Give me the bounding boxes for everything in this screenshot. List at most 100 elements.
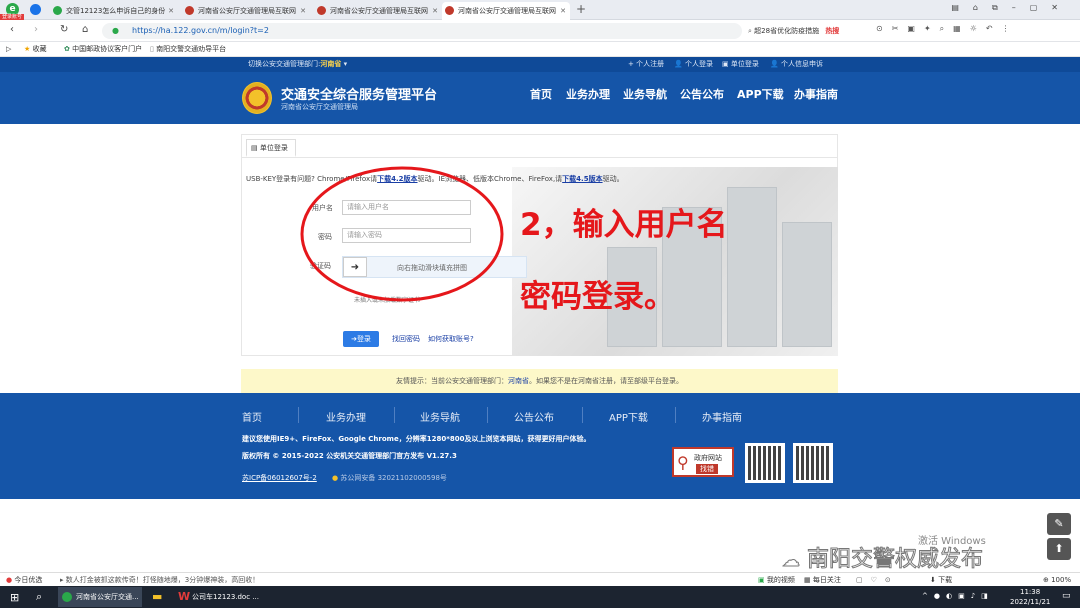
gov-site-badge[interactable]: ⚲ 政府网站 找错 <box>672 447 734 477</box>
tab-4[interactable]: 河南省公安厅交通管理局互联网 ✕ <box>442 2 570 20</box>
new-tab-icon[interactable]: + <box>576 2 586 16</box>
browser-tip: 建议您使用IE9+、FireFox、Google Chrome，分辨率1280*… <box>242 435 591 443</box>
wps-icon: W <box>178 590 191 603</box>
site-footer: 首页 业务办理 业务导航 公告公布 APP下载 办事指南 建议您使用IE9+、F… <box>0 393 1080 499</box>
switch-region[interactable]: 切换公安交通管理部门:河南省 ▾ <box>248 57 347 72</box>
footer-separator <box>487 407 488 423</box>
news-ticker[interactable]: ▸ 数人打金被抓这款传奇！打怪随地爆，3分钟爆神装，高回收！ <box>60 573 259 587</box>
magnifier-icon: ⚲ <box>677 453 689 472</box>
nav-home[interactable]: 首页 <box>530 86 552 102</box>
download-button[interactable]: ⬇ 下载 <box>930 573 952 587</box>
home-icon[interactable]: ⌂ <box>82 24 88 35</box>
nav-help[interactable]: 办事指南 <box>794 86 838 102</box>
close-icon[interactable]: ✕ <box>168 2 174 20</box>
url-text: https://ha.122.gov.cn/m/login?t=2 <box>132 26 269 35</box>
bookmark-traffic[interactable]: ▯ 南阳交警交通劝导平台 <box>150 42 226 57</box>
forgot-password-link[interactable]: 找回密码 <box>392 334 420 344</box>
driver-45-link[interactable]: 下载4.5版本 <box>562 175 602 183</box>
lock-icon: ● <box>112 26 119 35</box>
bookmark-favorites[interactable]: ★ 收藏 <box>24 42 47 57</box>
police-record[interactable]: ● 苏公网安备 32021102000598号 <box>332 473 447 483</box>
edit-icon[interactable]: ✎ <box>1047 513 1071 535</box>
zoom-level[interactable]: ⊕ 100% <box>1043 573 1071 587</box>
tab-1[interactable]: 交管12123怎么申诉自己的身份 ✕ <box>50 2 178 20</box>
footer-nav-notice[interactable]: 公告公布 <box>514 409 554 424</box>
scroll-top-icon[interactable]: ⬆ <box>1047 538 1071 560</box>
forward-icon[interactable]: › <box>34 24 38 35</box>
tab-2[interactable]: 河南省公安厅交通管理局互联网 ✕ <box>182 2 310 20</box>
get-account-link[interactable]: 如何获取账号? <box>428 334 474 344</box>
icp-link[interactable]: 苏ICP备06012607号-2 <box>242 473 317 483</box>
page-icon: ▯ <box>150 45 154 53</box>
province-link[interactable]: 河南省 <box>320 60 341 68</box>
url-input[interactable]: ● https://ha.122.gov.cn/m/login?t=2 <box>102 23 742 39</box>
copyright: 版权所有 © 2015-2022 公安机关交通管理部门官方发布 V1.27.3 <box>242 452 457 460</box>
bookmark-label: 收藏 <box>32 45 47 53</box>
annotation-ellipse <box>300 166 504 302</box>
footer-separator <box>675 407 676 423</box>
tray-icons[interactable]: ^●◐▣♪◨ <box>922 592 994 600</box>
close-icon[interactable]: ✕ <box>432 2 438 20</box>
top-link-appeal[interactable]: 👤 个人信息申诉 <box>770 57 823 72</box>
toolbar-icons[interactable]: ⊙✂▣✦⌕▦☼↶⋮ <box>876 24 1019 34</box>
footer-nav-home[interactable]: 首页 <box>242 409 262 424</box>
close-icon[interactable]: ✕ <box>560 2 566 20</box>
annotation-step-2-cont: 密码登录。 <box>520 279 675 315</box>
top-link-unit[interactable]: ▣ 单位登录 <box>722 57 759 72</box>
footer-nav-app[interactable]: APP下载 <box>609 409 648 424</box>
today-picks[interactable]: ● 今日优选 <box>6 573 42 587</box>
building-background <box>512 167 838 356</box>
footer-nav-business[interactable]: 业务办理 <box>326 409 366 424</box>
footer-nav-help[interactable]: 办事指南 <box>702 409 742 424</box>
site-header: 切换公安交通管理部门:河南省 ▾ + 个人注册 👤 个人登录 ▣ 单位登录 👤 … <box>0 57 1080 124</box>
windows-taskbar: ⊞ ⌕ 河南省公安厅交通... ▬ W 公司车12123.doc ... ^●◐… <box>0 586 1080 608</box>
address-bar: ‹ › ↻ ⌂ ● https://ha.122.gov.cn/m/login?… <box>0 20 1080 42</box>
police-emblem-icon <box>242 82 272 114</box>
focus-label: 每日关注 <box>812 576 841 584</box>
top-link-login[interactable]: 👤 个人登录 <box>674 57 713 72</box>
notification-icon[interactable]: ▭ <box>1062 591 1071 601</box>
status-icons[interactable]: ▢♡⊙ <box>856 573 899 587</box>
taskbar-app-browser[interactable]: 河南省公安厅交通... <box>58 587 142 607</box>
star-icon: ★ <box>24 45 31 53</box>
video-label: 我的视频 <box>766 576 795 584</box>
footer-nav-guide[interactable]: 业务导航 <box>420 409 460 424</box>
windows-start-icon[interactable]: ⊞ <box>10 591 19 604</box>
wechat-icon: ☁ <box>782 550 801 572</box>
bookmarks-bar: ▷ ★ 收藏 ✿ 中国邮政协议客户门户 ▯ 南阳交警交通劝导平台 <box>0 42 1080 57</box>
taskbar-search-icon[interactable]: ⌕ <box>36 590 42 604</box>
login-button[interactable]: ➔登录 <box>343 331 379 347</box>
folder-icon[interactable]: ▬ <box>152 590 162 603</box>
tab-unit-login[interactable]: ▤ 单位登录 <box>246 139 296 157</box>
nav-notice[interactable]: 公告公布 <box>680 86 724 102</box>
close-icon[interactable]: ✕ <box>300 2 306 20</box>
sidebar-toggle-icon[interactable]: ▷ <box>6 42 11 57</box>
tab-label: 单位登录 <box>259 144 288 152</box>
taskbar-app-wps[interactable]: W 公司车12123.doc ... <box>176 587 260 607</box>
daily-focus[interactable]: ▦ 每日关注 <box>804 573 841 587</box>
reload-icon[interactable]: ↻ <box>60 24 68 35</box>
police-badge-icon: ● <box>332 474 339 482</box>
search-box[interactable]: ⌕ 超28省优化防疫措施 热搜 <box>748 23 868 39</box>
navigation-icon[interactable] <box>30 4 41 15</box>
bookmark-post[interactable]: ✿ 中国邮政协议客户门户 <box>64 42 142 57</box>
back-icon[interactable]: ‹ <box>10 24 14 35</box>
top-link-label: 个人注册 <box>636 60 665 68</box>
my-video[interactable]: ▣ 我的视频 <box>758 573 795 587</box>
top-link-register[interactable]: + 个人注册 <box>628 57 664 72</box>
gov-badge-line2: 找错 <box>696 464 718 474</box>
nav-business[interactable]: 业务办理 <box>566 86 610 102</box>
top-link-label: 单位登录 <box>730 60 759 68</box>
tab-label: 交管12123怎么申诉自己的身份 <box>66 7 166 15</box>
clock-time[interactable]: 11:38 <box>1020 588 1040 596</box>
hot-badge: 热搜 <box>825 27 840 35</box>
usb-tip-text: 驱动。 <box>602 175 624 183</box>
tab-3[interactable]: 河南省公安厅交通管理局互联网 ✕ <box>314 2 442 20</box>
browser-tab-bar: e 登录账号 交管12123怎么申诉自己的身份 ✕ 河南省公安厅交通管理局互联网 ✕… <box>0 0 1080 20</box>
qr-code-icon <box>745 443 785 483</box>
notice-text: 友情提示：当前公安交通管理部门： <box>396 377 508 385</box>
clock-date[interactable]: 2022/11/21 <box>1010 598 1050 606</box>
nav-app[interactable]: APP下载 <box>737 86 784 102</box>
footer-separator <box>298 407 299 423</box>
nav-guide[interactable]: 业务导航 <box>623 86 667 102</box>
